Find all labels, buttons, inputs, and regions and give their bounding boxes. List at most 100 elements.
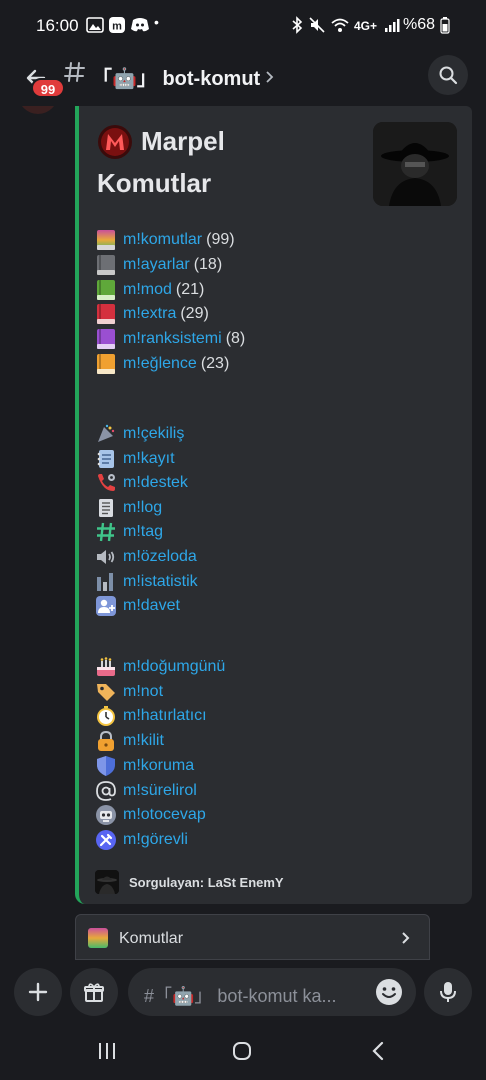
home-icon[interactable] xyxy=(231,1040,253,1067)
command-link[interactable]: m!ranksistemi xyxy=(123,330,222,348)
command-row: m!istatistik xyxy=(95,571,198,593)
smiley-icon xyxy=(376,979,402,1005)
command-link[interactable]: m!kilit xyxy=(123,732,164,750)
cake-icon xyxy=(95,656,117,678)
command-link[interactable]: m!destek xyxy=(123,474,188,492)
command-row: m!hatırlatıcı xyxy=(95,705,207,727)
channel-title-button[interactable]: 「🤖」 bot-komut xyxy=(92,62,276,91)
command-link[interactable]: m!otocevap xyxy=(123,806,206,824)
unread-badge: 99 xyxy=(31,78,65,98)
command-row: m!not xyxy=(95,681,163,703)
command-link[interactable]: m!eğlence xyxy=(123,355,197,373)
command-link[interactable]: m!ayarlar xyxy=(123,256,190,274)
select-menu-label: Komutlar xyxy=(119,930,184,947)
battery-percent: %68 xyxy=(403,16,436,33)
hashtag-icon xyxy=(95,521,117,543)
message-list[interactable]: Marpel Komutlar m!komutlar (99) m!ayarlar(… xyxy=(0,106,486,960)
command-link[interactable]: m!tag xyxy=(123,523,163,541)
command-link[interactable]: m!davet xyxy=(123,597,180,615)
embed-card: Marpel Komutlar m!komutlar (99) m!ayarlar(… xyxy=(75,106,472,904)
mute-icon xyxy=(308,16,326,34)
channel-name: 「🤖」 bot-komut xyxy=(92,68,261,90)
search-button[interactable] xyxy=(428,55,468,95)
command-link[interactable]: m!görevli xyxy=(123,831,188,849)
bluetooth-icon xyxy=(290,16,304,34)
status-bar: 16:00 m • 4G+ %68 xyxy=(0,0,486,52)
rainbow-book-icon xyxy=(95,229,117,251)
command-link[interactable]: m!not xyxy=(123,683,163,701)
voice-message-button[interactable] xyxy=(424,968,472,1016)
signal-icon xyxy=(384,16,400,34)
shield-icon xyxy=(95,755,117,777)
tools-icon xyxy=(95,829,117,851)
command-row: m!mod (21) xyxy=(95,279,204,301)
svg-text:4G+: 4G+ xyxy=(354,19,377,33)
command-link[interactable]: m!log xyxy=(123,499,162,517)
giveaway-icon xyxy=(95,423,117,445)
command-link[interactable]: m!extra xyxy=(123,305,176,323)
grey-book-icon xyxy=(95,254,117,276)
more-dot-icon: • xyxy=(154,14,159,30)
command-link[interactable]: m!kayıt xyxy=(123,450,175,468)
orange-book-icon xyxy=(95,353,117,375)
search-icon xyxy=(439,66,458,85)
command-row: m!görevli xyxy=(95,829,188,851)
message-input[interactable]: #「🤖」 bot-komut ka... xyxy=(128,968,416,1016)
author-avatar[interactable] xyxy=(18,106,58,114)
command-row: m!çekiliş xyxy=(95,423,184,445)
command-row: m!destek xyxy=(95,472,188,494)
svg-text:m: m xyxy=(112,21,122,33)
command-row: m!kayıt xyxy=(95,448,175,470)
emoji-button[interactable] xyxy=(374,977,404,1007)
log-list-icon xyxy=(95,497,117,519)
command-count: (29) xyxy=(180,305,209,323)
embed-thumbnail-image[interactable] xyxy=(373,122,457,206)
footer-avatar xyxy=(95,870,119,894)
command-row: m!tag xyxy=(95,521,163,543)
gift-button[interactable] xyxy=(70,968,118,1016)
robot-face-icon xyxy=(95,804,117,826)
gallery-notification-icon xyxy=(86,16,104,34)
chevron-right-icon xyxy=(399,928,413,953)
command-link[interactable]: m!istatistik xyxy=(123,573,198,591)
command-link[interactable]: m!doğumgünü xyxy=(123,658,225,676)
command-link[interactable]: m!özeloda xyxy=(123,548,197,566)
padlock-icon xyxy=(95,730,117,752)
microphone-icon xyxy=(440,982,456,1002)
support-phone-icon xyxy=(95,472,117,494)
at-sign-icon xyxy=(95,780,117,802)
system-back-icon[interactable] xyxy=(368,1040,390,1067)
command-link[interactable]: m!mod xyxy=(123,281,172,299)
footer-text: Sorgulayan: LaSt EnemY xyxy=(129,874,284,890)
command-link[interactable]: m!çekiliş xyxy=(123,425,184,443)
embed-footer: Sorgulayan: LaSt EnemY xyxy=(95,870,284,894)
battery-icon xyxy=(440,16,450,34)
embed-title: Marpel xyxy=(141,126,225,156)
commands-select-menu[interactable]: Komutlar xyxy=(75,914,430,960)
command-link[interactable]: m!sürelirol xyxy=(123,782,197,800)
plus-icon xyxy=(28,982,48,1002)
command-link[interactable]: m!hatırlatıcı xyxy=(123,707,207,725)
add-attachment-button[interactable] xyxy=(14,968,62,1016)
status-time: 16:00 xyxy=(36,16,79,35)
command-link[interactable]: m!komutlar xyxy=(123,231,202,249)
command-row: m!doğumgünü xyxy=(95,656,225,678)
tag-label-icon xyxy=(95,681,117,703)
message-input-placeholder: #「🤖」 bot-komut ka... xyxy=(144,986,337,1006)
recent-apps-icon[interactable] xyxy=(96,1040,118,1067)
red-book-icon xyxy=(95,303,117,325)
command-count: (8) xyxy=(225,330,246,348)
bar-chart-icon xyxy=(95,571,117,593)
volte-icon: 4G+ xyxy=(354,16,380,34)
mastodon-notification-icon: m xyxy=(108,16,126,34)
command-link[interactable]: m!koruma xyxy=(123,757,194,775)
command-row: m!ayarlar (18) xyxy=(95,254,222,276)
invite-user-icon xyxy=(95,595,117,617)
command-row: m!koruma xyxy=(95,755,194,777)
command-row: m!sürelirol xyxy=(95,780,197,802)
command-row: m!ranksistemi (8) xyxy=(95,328,245,350)
green-book-icon xyxy=(95,279,117,301)
speaker-icon xyxy=(95,546,117,568)
hashtag-channel-icon xyxy=(64,60,86,90)
command-count: (23) xyxy=(200,355,230,372)
